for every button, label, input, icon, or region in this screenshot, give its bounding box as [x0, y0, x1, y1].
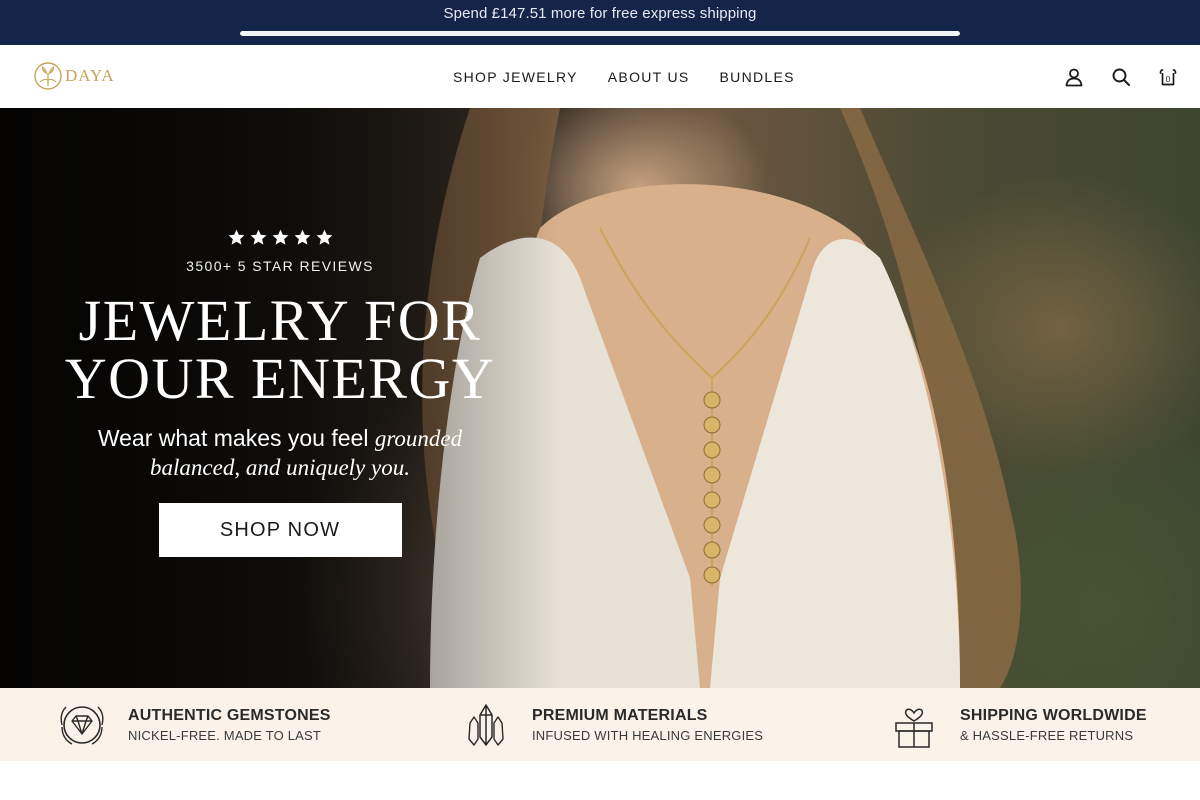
announcement-bar: Spend £147.51 more for free express ship…	[0, 0, 1200, 45]
cart-count: 0	[1166, 75, 1171, 84]
star-icon	[272, 229, 288, 245]
nav-shop-jewelry[interactable]: SHOP JEWELRY	[438, 69, 593, 85]
hero-subtitle-italic-2: balanced, and uniquely you.	[150, 455, 410, 480]
hero-copy: 3500+ 5 STAR REVIEWS JEWELRY FOR YOUR EN…	[60, 228, 500, 557]
usp-text-shipping: SHIPPING WORLDWIDE & HASSLE-FREE RETURNS	[960, 707, 1147, 743]
usp-subtitle: NICKEL-FREE. MADE TO LAST	[128, 727, 322, 743]
star-icon	[316, 229, 332, 245]
hero-title-line-1: JEWELRY FOR	[78, 288, 482, 353]
usp-item-shipping: SHIPPING WORLDWIDE & HASSLE-FREE RETURNS	[886, 688, 1147, 761]
account-icon[interactable]	[1064, 67, 1084, 87]
hero-subtitle: Wear what makes you feel grounded balanc…	[60, 424, 500, 482]
site-header: DAYA SHOP JEWELRY ABOUT US BUNDLES 0	[0, 45, 1200, 108]
shipping-progress-bar	[240, 31, 960, 36]
diamond-badge-icon	[60, 705, 104, 745]
crystal-icon	[468, 703, 504, 746]
usp-title: PREMIUM MATERIALS	[532, 706, 708, 724]
usp-item-materials: PREMIUM MATERIALS INFUSED WITH HEALING E…	[458, 688, 763, 761]
star-icon	[228, 229, 244, 245]
header-actions: 0	[1064, 45, 1178, 108]
usp-item-gemstones: AUTHENTIC GEMSTONES NICKEL-FREE. MADE TO…	[54, 688, 331, 761]
logo[interactable]: DAYA	[33, 60, 115, 92]
shop-now-button[interactable]: SHOP NOW	[158, 503, 402, 557]
star-icon	[250, 229, 266, 245]
nav-about-us[interactable]: ABOUT US	[593, 69, 705, 85]
usp-title: SHIPPING WORLDWIDE	[960, 706, 1147, 724]
usp-title: AUTHENTIC GEMSTONES	[128, 706, 331, 724]
usp-subtitle: INFUSED WITH HEALING ENERGIES	[532, 727, 764, 743]
search-icon[interactable]	[1111, 67, 1131, 87]
reviews-count: 3500+ 5 STAR REVIEWS	[186, 258, 374, 274]
hero-subtitle-plain: Wear what makes you feel	[97, 425, 369, 451]
main-nav: SHOP JEWELRY ABOUT US BUNDLES	[438, 45, 810, 108]
usp-text-materials: PREMIUM MATERIALS INFUSED WITH HEALING E…	[532, 707, 763, 743]
shipping-progress-fill	[240, 31, 960, 36]
usp-bar: AUTHENTIC GEMSTONES NICKEL-FREE. MADE TO…	[0, 688, 1200, 761]
announcement-text: Spend £147.51 more for free express ship…	[443, 5, 757, 22]
usp-text-gemstones: AUTHENTIC GEMSTONES NICKEL-FREE. MADE TO…	[128, 707, 331, 743]
usp-subtitle: & HASSLE-FREE RETURNS	[960, 727, 1134, 743]
hero-banner: 3500+ 5 STAR REVIEWS JEWELRY FOR YOUR EN…	[0, 108, 1200, 688]
nav-bundles[interactable]: BUNDLES	[705, 69, 810, 85]
hero-subtitle-italic-1: grounded	[374, 426, 463, 451]
hero-title: JEWELRY FOR YOUR ENERGY	[60, 292, 500, 408]
cart-icon[interactable]: 0	[1158, 67, 1178, 87]
hero-title-line-2: YOUR ENERGY	[64, 346, 496, 411]
logo-text: DAYA	[65, 66, 115, 85]
lotus-tree-logo-icon	[34, 62, 62, 90]
star-icon	[294, 229, 310, 245]
gift-box-heart-icon	[895, 708, 933, 748]
rating-stars	[60, 228, 500, 252]
